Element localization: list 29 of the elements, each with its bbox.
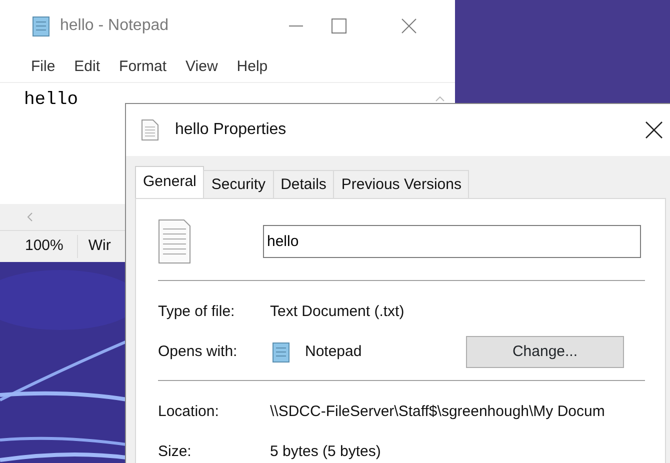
tab[interactable]: Security bbox=[203, 170, 274, 198]
menu-item[interactable]: Edit bbox=[72, 56, 102, 78]
maximize-icon[interactable] bbox=[330, 18, 347, 34]
notepad-icon bbox=[270, 341, 292, 363]
notepad-icon bbox=[30, 15, 52, 37]
menu-item[interactable]: View bbox=[184, 56, 220, 78]
window-title: hello - Notepad bbox=[60, 16, 169, 36]
document-text: hello bbox=[23, 89, 78, 112]
tab[interactable]: General bbox=[135, 166, 204, 198]
status-text: Wir bbox=[87, 236, 112, 256]
field-label: Location: bbox=[158, 402, 220, 422]
dialog-title: hello Properties bbox=[175, 120, 286, 140]
field-label: Type of file: bbox=[158, 302, 236, 322]
status-text: 100% bbox=[0, 235, 78, 258]
field-value: Notepad bbox=[305, 342, 362, 362]
field-value: \\SDCC-FileServer\Staff$\sgreenhough\My Docum bbox=[270, 402, 605, 422]
field-value: Text Document (.txt) bbox=[270, 302, 404, 322]
document-icon bbox=[158, 219, 191, 264]
menu-item[interactable]: Format bbox=[117, 56, 169, 78]
close-icon[interactable] bbox=[645, 121, 663, 139]
file-name-field[interactable]: hello bbox=[263, 225, 641, 258]
field-label: Opens with: bbox=[158, 342, 238, 362]
field-label: Size: bbox=[158, 442, 192, 462]
document-icon bbox=[141, 119, 159, 141]
tab[interactable]: Previous Versions bbox=[333, 170, 470, 198]
menu-item[interactable]: File bbox=[29, 56, 58, 78]
change-button[interactable]: Change... bbox=[466, 336, 624, 368]
menu-item[interactable]: Help bbox=[234, 56, 270, 78]
field-value: 5 bytes (5 bytes) bbox=[270, 442, 381, 462]
